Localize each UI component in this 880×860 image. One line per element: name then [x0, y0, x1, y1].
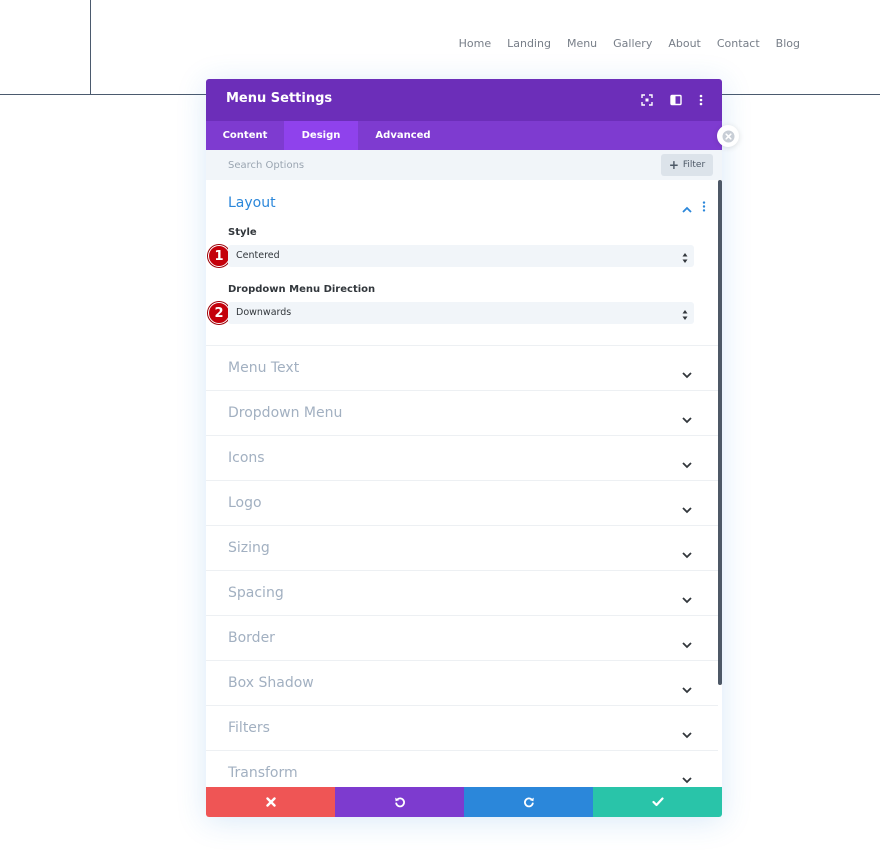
- tab-design[interactable]: Design: [284, 121, 358, 150]
- layout-section-title[interactable]: Layout: [228, 195, 276, 211]
- group-label: Icons: [228, 450, 265, 466]
- nav-item-home[interactable]: Home: [459, 37, 491, 50]
- nav-item-about[interactable]: About: [668, 37, 701, 50]
- group-label: Sizing: [228, 540, 270, 556]
- layout-section: Layout Style 1 Centered Dropdown Menu Di…: [206, 180, 718, 346]
- step-badge-1: 1: [208, 245, 230, 267]
- group-icons[interactable]: Icons: [206, 436, 718, 481]
- focus-icon[interactable]: [638, 91, 656, 109]
- check-icon: [651, 797, 664, 807]
- close-module-button[interactable]: [717, 125, 739, 147]
- options-scroll-area[interactable]: Layout Style 1 Centered Dropdown Menu Di…: [206, 180, 722, 787]
- chevron-down-icon: [682, 634, 692, 653]
- nav-item-landing[interactable]: Landing: [507, 37, 551, 50]
- chevron-down-icon: [682, 409, 692, 428]
- dropdown-direction-label: Dropdown Menu Direction: [228, 284, 376, 295]
- page-divider-vertical: [90, 0, 91, 95]
- group-box-shadow[interactable]: Box Shadow: [206, 661, 718, 706]
- style-select-value: Centered: [236, 250, 280, 261]
- modal-title: Menu Settings: [226, 91, 333, 106]
- site-nav: Home Landing Menu Gallery About Contact …: [459, 37, 800, 50]
- modal-header[interactable]: Menu Settings: [206, 79, 722, 121]
- close-circle-icon: [722, 130, 734, 142]
- close-icon: [265, 797, 276, 807]
- plus-icon: +: [668, 158, 679, 172]
- step-badge-2: 2: [208, 302, 230, 324]
- section-options-icon[interactable]: [702, 197, 706, 216]
- nav-item-blog[interactable]: Blog: [776, 37, 800, 50]
- chevron-up-icon[interactable]: [682, 198, 692, 217]
- nav-item-gallery[interactable]: Gallery: [613, 37, 652, 50]
- chevron-down-icon: [682, 724, 692, 743]
- modal-footer: [206, 787, 722, 817]
- group-logo[interactable]: Logo: [206, 481, 718, 526]
- dropdown-direction-value: Downwards: [236, 307, 292, 318]
- group-label: Logo: [228, 495, 262, 511]
- group-label: Dropdown Menu: [228, 405, 343, 421]
- split-view-icon[interactable]: [667, 91, 685, 109]
- chevron-down-icon: [682, 679, 692, 698]
- redo-button[interactable]: [464, 787, 593, 817]
- undo-icon: [394, 797, 405, 808]
- group-label: Menu Text: [228, 360, 300, 376]
- chevron-down-icon: [682, 589, 692, 608]
- dropdown-direction-select[interactable]: Downwards: [228, 302, 694, 324]
- group-spacing[interactable]: Spacing: [206, 571, 718, 616]
- style-select[interactable]: Centered: [228, 245, 694, 267]
- undo-button[interactable]: [335, 787, 464, 817]
- select-arrows-icon: [682, 306, 688, 325]
- more-vertical-icon[interactable]: [692, 91, 710, 109]
- group-menu-text[interactable]: Menu Text: [206, 346, 718, 391]
- filter-label: Filter: [682, 160, 706, 170]
- menu-settings-modal: Menu Settings Content Design Advanced + …: [206, 79, 722, 817]
- chevron-down-icon: [682, 454, 692, 473]
- redo-icon: [523, 797, 534, 808]
- save-button[interactable]: [593, 787, 722, 817]
- group-dropdown-menu[interactable]: Dropdown Menu: [206, 391, 718, 436]
- tab-advanced[interactable]: Advanced: [358, 121, 448, 150]
- chevron-down-icon: [682, 364, 692, 383]
- nav-item-contact[interactable]: Contact: [717, 37, 760, 50]
- chevron-down-icon: [682, 544, 692, 563]
- discard-button[interactable]: [206, 787, 335, 817]
- tab-content[interactable]: Content: [206, 121, 284, 150]
- style-label: Style: [228, 227, 257, 238]
- group-label: Filters: [228, 720, 270, 736]
- select-arrows-icon: [682, 249, 688, 268]
- nav-item-menu[interactable]: Menu: [567, 37, 597, 50]
- group-sizing[interactable]: Sizing: [206, 526, 718, 571]
- chevron-down-icon: [682, 769, 692, 787]
- scrollbar[interactable]: [718, 180, 722, 685]
- group-label: Box Shadow: [228, 675, 314, 691]
- chevron-down-icon: [682, 499, 692, 518]
- search-options-input[interactable]: [228, 157, 628, 173]
- group-transform[interactable]: Transform: [206, 751, 718, 787]
- group-border[interactable]: Border: [206, 616, 718, 661]
- group-label: Spacing: [228, 585, 284, 601]
- group-label: Transform: [228, 765, 298, 781]
- filter-button[interactable]: + Filter: [661, 154, 713, 176]
- group-filters[interactable]: Filters: [206, 706, 718, 751]
- search-bar: + Filter: [206, 150, 722, 180]
- modal-tabs: Content Design Advanced: [206, 121, 722, 150]
- group-label: Border: [228, 630, 275, 646]
